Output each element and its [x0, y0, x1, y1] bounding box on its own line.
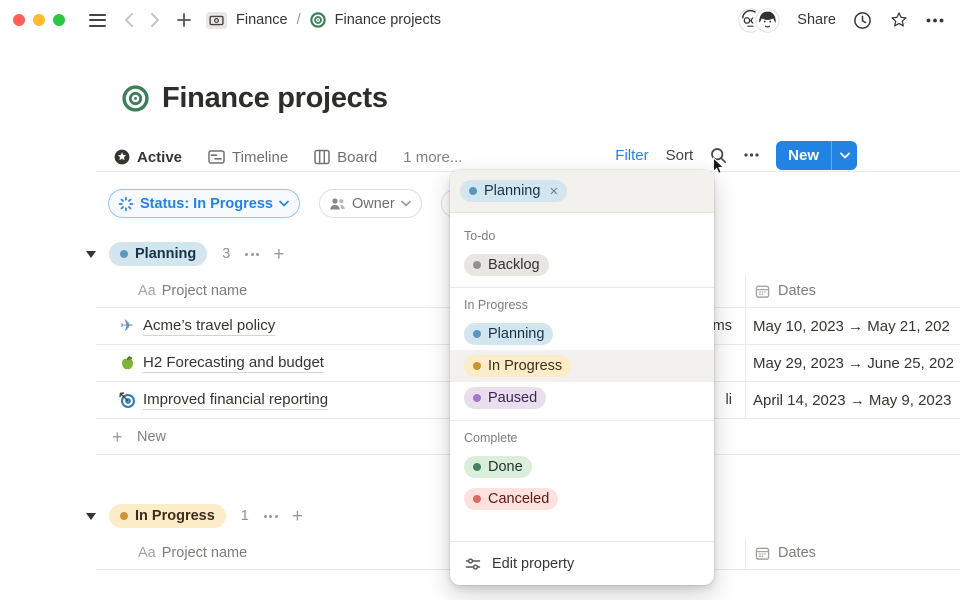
dates-cell[interactable]: May 10, 2023 → May 21, 202 [753, 318, 960, 335]
updates-clock-icon[interactable] [853, 11, 872, 30]
group-header-in-progress: In Progress 1 + [86, 502, 303, 530]
back-icon[interactable] [124, 12, 134, 28]
status-filter-dropdown: Planning × To-do Backlog In Progress Pla… [450, 170, 714, 585]
row-title[interactable]: Improved financial reporting [143, 391, 328, 410]
dates-cell[interactable]: April 14, 2023 → May 9, 2023 [753, 392, 960, 409]
collapse-triangle-icon[interactable] [86, 513, 96, 520]
remove-tag-icon[interactable]: × [549, 183, 558, 200]
people-icon [329, 197, 346, 211]
column-divider[interactable] [745, 538, 746, 570]
group-header-planning: Planning 3 + [86, 240, 284, 268]
group-status-tag[interactable]: In Progress [109, 504, 226, 528]
project-name-column-header[interactable]: AaProject name [138, 283, 247, 299]
status-option-done[interactable]: Done [450, 451, 714, 483]
tab-timeline-view[interactable]: Timeline [208, 149, 288, 166]
window-titlebar: Finance / Finance projects Share [0, 0, 960, 40]
column-divider[interactable] [745, 276, 746, 308]
edit-property-button[interactable]: Edit property [450, 541, 714, 585]
dates-column-header[interactable]: Dates [755, 283, 816, 299]
page-title: Finance projects [162, 82, 388, 115]
more-views-button[interactable]: 1 more... [403, 149, 462, 166]
new-page-icon[interactable] [176, 12, 192, 28]
group-options-icon[interactable] [245, 253, 259, 256]
status-section-label: To-do [450, 219, 714, 249]
owner-filter-chip[interactable]: Owner [319, 189, 422, 218]
group-status-tag[interactable]: Planning [109, 242, 207, 266]
sidebar-toggle-icon[interactable] [89, 14, 106, 27]
filter-button[interactable]: Filter [615, 147, 648, 164]
banknote-icon[interactable] [206, 12, 227, 29]
row-title[interactable]: H2 Forecasting and budget [143, 354, 324, 373]
view-options-icon[interactable] [744, 153, 759, 157]
status-section-label: Complete [450, 421, 714, 451]
tab-active-view[interactable]: Active [114, 149, 182, 166]
page-target-icon[interactable] [122, 85, 149, 112]
group-count: 1 [241, 508, 249, 524]
new-button[interactable]: New [776, 141, 857, 170]
status-option-planning[interactable]: Planning [450, 318, 714, 350]
notion-window: Finance / Finance projects Share Finance… [0, 0, 960, 600]
project-name-column-header[interactable]: AaProject name [138, 545, 247, 561]
forward-icon[interactable] [150, 12, 160, 28]
traffic-lights [13, 14, 65, 26]
breadcrumb-current[interactable]: Finance projects [335, 12, 441, 28]
selected-tag-planning[interactable]: Planning × [460, 180, 567, 202]
airplane-icon: ✈ [117, 316, 137, 336]
collaborator-avatars[interactable] [738, 8, 780, 33]
more-options-icon[interactable] [926, 18, 944, 23]
green-apple-icon [117, 353, 137, 373]
breadcrumb-separator: / [297, 12, 301, 28]
sliders-icon [465, 557, 481, 571]
status-option-canceled[interactable]: Canceled [450, 483, 714, 515]
status-option-in-progress[interactable]: In Progress [450, 350, 714, 382]
favorite-star-icon[interactable] [889, 10, 909, 30]
target-icon [310, 12, 326, 28]
column-divider [745, 382, 746, 419]
dates-cell[interactable]: May 29, 2023 → June 25, 202 [753, 355, 960, 372]
status-filter-search-input[interactable]: Planning × [450, 170, 714, 213]
status-option-paused[interactable]: Paused [450, 382, 714, 414]
column-divider [745, 345, 746, 382]
starred-view-icon [114, 149, 130, 165]
status-option-list: To-do Backlog In Progress Planning In Pr… [450, 213, 714, 541]
status-section-label: In Progress [450, 288, 714, 318]
status-option-backlog[interactable]: Backlog [450, 249, 714, 281]
group-add-icon[interactable]: + [292, 507, 303, 526]
board-view-icon [314, 149, 330, 165]
group-add-icon[interactable]: + [273, 245, 284, 264]
group-options-icon[interactable] [264, 515, 278, 518]
column-divider [745, 308, 746, 345]
chevron-down-icon [401, 200, 411, 207]
collapse-triangle-icon[interactable] [86, 251, 96, 258]
timeline-view-icon [208, 149, 225, 165]
chevron-down-icon [279, 200, 289, 207]
plus-icon: + [112, 428, 123, 446]
breadcrumb: Finance / Finance projects [206, 12, 441, 29]
avatar [755, 8, 780, 33]
zoom-window-button[interactable] [53, 14, 65, 26]
group-count: 3 [222, 246, 230, 262]
breadcrumb-parent[interactable]: Finance [236, 12, 288, 28]
tab-board-view[interactable]: Board [314, 149, 377, 166]
dates-column-header[interactable]: Dates [755, 545, 816, 561]
status-icon [118, 196, 134, 212]
dartboard-icon [117, 390, 137, 410]
close-window-button[interactable] [13, 14, 25, 26]
calendar-icon [755, 284, 770, 299]
text-type-icon: Aa [138, 283, 156, 299]
share-button[interactable]: Share [797, 12, 836, 28]
mouse-cursor [712, 157, 726, 175]
row-title[interactable]: Acme’s travel policy [143, 317, 275, 336]
text-type-icon: Aa [138, 545, 156, 561]
minimize-window-button[interactable] [33, 14, 45, 26]
status-filter-chip[interactable]: Status: In Progress [108, 189, 300, 218]
new-dropdown-chevron-icon[interactable] [832, 141, 857, 170]
sort-button[interactable]: Sort [666, 147, 694, 164]
calendar-icon [755, 546, 770, 561]
